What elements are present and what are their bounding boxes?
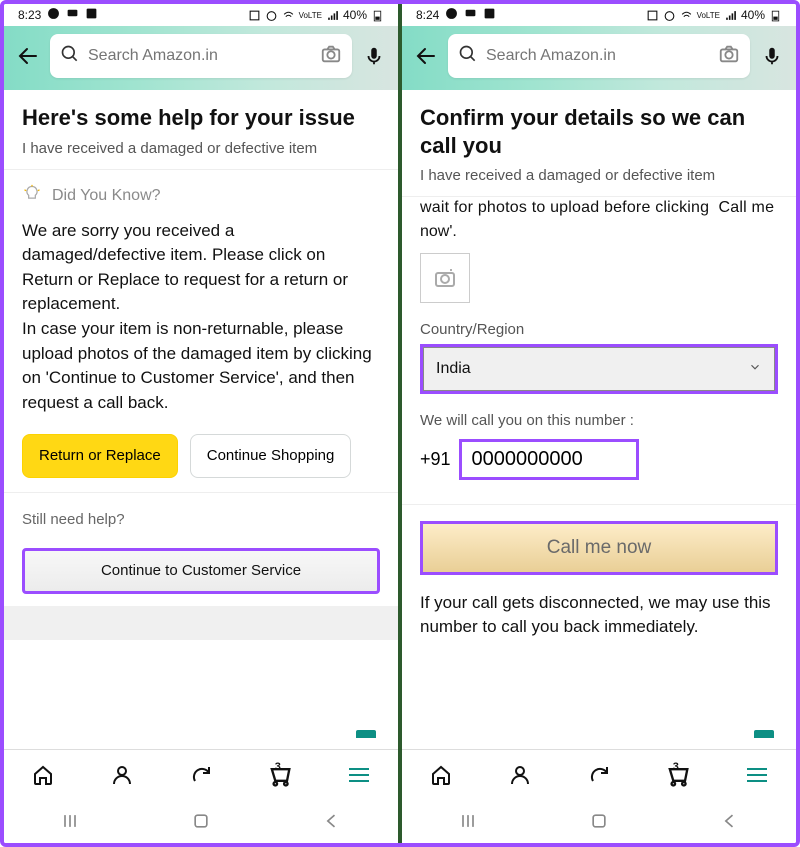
continue-customer-service-button[interactable]: Continue to Customer Service (22, 548, 380, 594)
nfc-icon (248, 9, 261, 22)
cart-count: 3 (673, 761, 679, 773)
signal-icon (724, 9, 737, 22)
nav-refresh[interactable] (581, 757, 617, 793)
alarm-icon (265, 9, 278, 22)
page-title: Here's some help for your issue (22, 104, 380, 132)
battery-icon (769, 9, 782, 22)
nav-menu[interactable] (341, 757, 377, 793)
disconnect-note: If your call gets disconnected, we may u… (420, 591, 778, 639)
voice-search-button[interactable] (362, 44, 386, 68)
voice-search-button[interactable] (760, 44, 784, 68)
screen-confirm-details: 8:24 VoLTE 40% (402, 4, 796, 843)
upload-photo-button[interactable] (420, 253, 470, 303)
truncated-instruction-top: wait for photos to upload before clickin… (402, 197, 796, 217)
back-button[interactable] (414, 44, 438, 68)
cart-count: 3 (275, 761, 281, 773)
system-nav (402, 799, 796, 843)
nav-account[interactable] (502, 757, 538, 793)
nfc-icon (646, 9, 659, 22)
system-nav (4, 799, 398, 843)
search-icon (458, 44, 478, 69)
spacer-strip (4, 606, 398, 640)
image-icon (483, 7, 496, 23)
back-system-button[interactable] (718, 809, 742, 833)
country-code: +91 (420, 449, 451, 470)
status-time: 8:24 (416, 8, 439, 22)
menu-indicator (356, 730, 376, 738)
back-system-button[interactable] (320, 809, 344, 833)
country-value: India (436, 360, 471, 378)
home-button[interactable] (587, 809, 611, 833)
help-body-text: We are sorry you received a damaged/defe… (22, 219, 380, 416)
chat-icon (464, 7, 477, 23)
phone-input[interactable]: 0000000000 (459, 439, 639, 480)
whatsapp-icon (47, 7, 60, 23)
status-time: 8:23 (18, 8, 41, 22)
issue-subtitle: I have received a damaged or defective i… (22, 140, 380, 157)
chevron-down-icon (748, 360, 762, 379)
lightbulb-icon (22, 184, 42, 209)
status-bar: 8:24 VoLTE 40% (402, 4, 796, 26)
alarm-icon (663, 9, 676, 22)
nav-cart[interactable]: 3 (660, 757, 696, 793)
continue-shopping-button[interactable]: Continue Shopping (190, 434, 352, 478)
volte-icon: VoLTE (299, 11, 322, 20)
home-button[interactable] (189, 809, 213, 833)
bottom-nav: 3 (402, 749, 796, 799)
signal-icon (326, 9, 339, 22)
nav-cart[interactable]: 3 (262, 757, 298, 793)
return-replace-button[interactable]: Return or Replace (22, 434, 178, 478)
battery-text: 40% (343, 8, 367, 22)
menu-indicator (754, 730, 774, 738)
status-bar: 8:23 VoLTE 40% (4, 4, 398, 26)
nav-home[interactable] (25, 757, 61, 793)
nav-refresh[interactable] (183, 757, 219, 793)
recents-button[interactable] (456, 809, 480, 833)
nav-home[interactable] (423, 757, 459, 793)
call-me-now-button[interactable]: Call me now (420, 521, 778, 575)
did-you-know-label: Did You Know? (52, 187, 161, 205)
image-icon (85, 7, 98, 23)
app-header (4, 26, 398, 90)
search-box[interactable] (448, 34, 750, 78)
back-button[interactable] (16, 44, 40, 68)
country-select[interactable]: India (423, 347, 775, 391)
battery-icon (371, 9, 384, 22)
screen-help-issue: 8:23 VoLTE 40% (4, 4, 398, 843)
app-header (402, 26, 796, 90)
recents-button[interactable] (58, 809, 82, 833)
camera-icon[interactable] (320, 43, 342, 70)
nav-account[interactable] (104, 757, 140, 793)
page-title: Confirm your details so we can call you (420, 104, 778, 159)
camera-icon[interactable] (718, 43, 740, 70)
search-box[interactable] (50, 34, 352, 78)
phone-label: We will call you on this number : (402, 412, 796, 429)
chat-icon (66, 7, 79, 23)
volte-icon: VoLTE (697, 11, 720, 20)
whatsapp-icon (445, 7, 458, 23)
search-input[interactable] (88, 47, 312, 65)
truncated-instruction: now'. (402, 217, 796, 241)
issue-subtitle: I have received a damaged or defective i… (420, 167, 778, 184)
battery-text: 40% (741, 8, 765, 22)
wifi-icon (282, 9, 295, 22)
search-input[interactable] (486, 47, 710, 65)
country-region-label: Country/Region (402, 321, 796, 338)
still-need-help-label: Still need help? (22, 511, 380, 528)
wifi-icon (680, 9, 693, 22)
bottom-nav: 3 (4, 749, 398, 799)
search-icon (60, 44, 80, 69)
nav-menu[interactable] (739, 757, 775, 793)
